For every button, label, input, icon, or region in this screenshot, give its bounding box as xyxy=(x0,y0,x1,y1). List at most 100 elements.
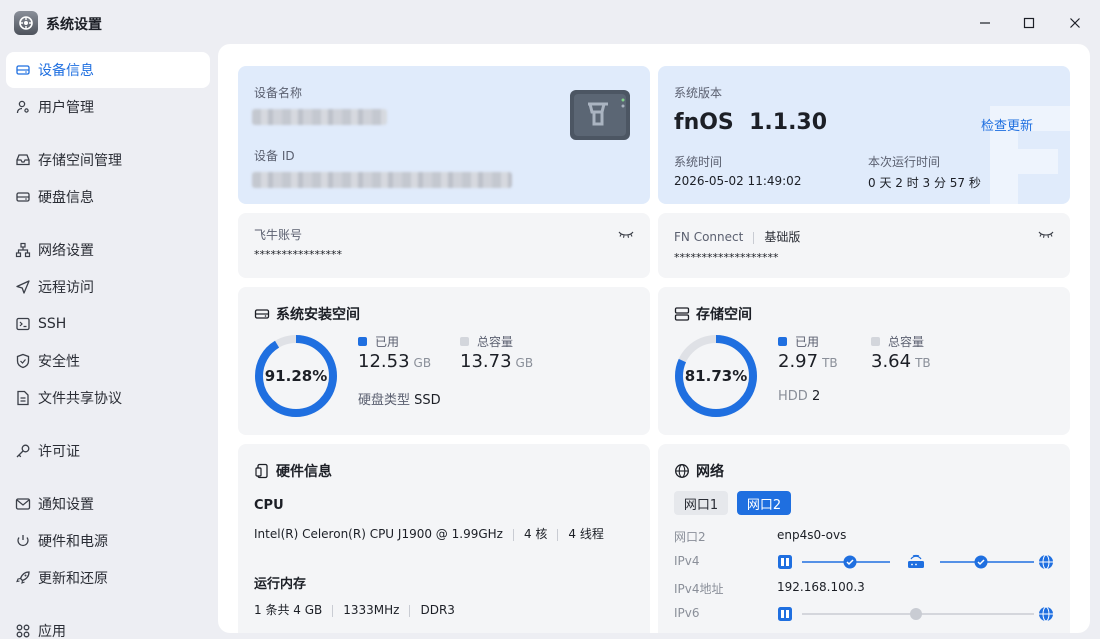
total-swatch xyxy=(460,337,469,346)
total-legend: 总容量 xyxy=(460,333,513,350)
nas-icon xyxy=(778,607,792,621)
sidebar-item-update-restore[interactable]: 更新和还原 xyxy=(6,560,210,596)
storage-space-percent: 81.73% xyxy=(685,367,747,385)
eye-closed-icon[interactable] xyxy=(618,230,634,240)
app-title: 系统设置 xyxy=(46,17,102,33)
fn-connect-label: FN Connect xyxy=(674,230,744,244)
device-card: 设备名称 设备 ID xyxy=(238,66,650,204)
disk-type-row: 硬盘类型 SSD xyxy=(358,389,441,408)
used-value-row: 2.97 TB xyxy=(778,351,838,372)
check-circle-icon xyxy=(843,555,857,569)
total-value-row: 3.64 TB xyxy=(871,351,931,372)
sidebar-item-label: 应用 xyxy=(38,624,66,639)
uptime-label: 本次运行时间 xyxy=(868,155,941,169)
memory-speed: 1333MHz xyxy=(343,603,400,617)
tab-port-1[interactable]: 网口1 xyxy=(674,491,728,515)
used-value-row: 12.53 GB xyxy=(358,351,431,372)
hardware-title: 硬件信息 xyxy=(254,461,332,481)
close-button[interactable] xyxy=(1060,10,1090,36)
sidebar-item-device-info[interactable]: 设备信息 xyxy=(6,52,210,88)
total-label: 总容量 xyxy=(477,335,514,349)
total-swatch xyxy=(871,337,880,346)
disk-type-label: 硬盘类型 xyxy=(358,393,411,408)
sidebar: 设备信息 用户管理 存储空间管理 硬盘信息 网络设置 远程访问 SSH 安全性 … xyxy=(0,44,218,639)
sidebar-item-security[interactable]: 安全性 xyxy=(6,343,210,379)
divider xyxy=(332,604,334,617)
ipv6-connection-diagram xyxy=(778,606,1053,622)
divider xyxy=(512,528,514,541)
storage-icon xyxy=(674,307,690,321)
maximize-button[interactable] xyxy=(1014,10,1044,36)
check-circle-icon xyxy=(974,555,988,569)
storage-space-card: 存储空间 81.73% 已用 2.97 TB 总容量 3.64 TB HDD 2 xyxy=(658,287,1070,435)
sidebar-item-notifications[interactable]: 通知设置 xyxy=(6,486,210,522)
cpu-cores: 4 核 xyxy=(523,527,548,541)
sidebar-item-network[interactable]: 网络设置 xyxy=(6,232,210,268)
sidebar-item-storage[interactable]: 存储空间管理 xyxy=(6,142,210,178)
port-value: enp4s0-ovs xyxy=(777,528,847,542)
memory-info-row: 1 条共 4 GB 1333MHz DDR3 xyxy=(254,601,455,618)
storage-icon xyxy=(14,151,32,169)
used-unit: TB xyxy=(822,356,838,370)
minimize-icon xyxy=(980,22,990,24)
sidebar-item-ssh[interactable]: SSH xyxy=(6,306,210,342)
globe-icon xyxy=(675,464,689,478)
memory-type: DDR3 xyxy=(420,603,455,617)
system-time-value: 2026-05-02 11:49:02 xyxy=(674,174,802,188)
disk-icon xyxy=(14,188,32,206)
used-swatch xyxy=(358,337,367,346)
tab-port-2[interactable]: 网口2 xyxy=(737,491,791,515)
divider xyxy=(753,231,755,244)
main-panel: 设备名称 设备 ID 系统版本 fnOS 1.1.30 检查更新 系统时间 20… xyxy=(218,44,1090,633)
used-unit: GB xyxy=(413,356,432,370)
used-swatch xyxy=(778,337,787,346)
sidebar-item-label: SSH xyxy=(38,316,67,332)
eye-closed-icon[interactable] xyxy=(1038,230,1054,240)
sidebar-item-apps[interactable]: 应用 xyxy=(6,613,210,639)
sidebar-item-remote-access[interactable]: 远程访问 xyxy=(6,269,210,305)
cpu-label: CPU xyxy=(254,498,284,513)
used-value: 12.53 xyxy=(358,351,410,372)
total-value: 13.73 xyxy=(460,351,512,372)
nas-device-icon xyxy=(568,88,632,142)
system-space-percent: 91.28% xyxy=(265,367,327,385)
sidebar-item-label: 更新和还原 xyxy=(38,571,108,587)
check-update-link[interactable]: 检查更新 xyxy=(981,115,1033,134)
system-space-title: 系统安装空间 xyxy=(254,304,360,324)
fn-connect-header: FN Connect 基础版 xyxy=(674,228,800,245)
account-card: 飞牛账号 **************** xyxy=(238,213,650,278)
send-icon xyxy=(14,278,32,296)
sidebar-item-disks[interactable]: 硬盘信息 xyxy=(6,179,210,215)
total-unit: GB xyxy=(515,356,534,370)
storage-space-ring: 81.73% xyxy=(675,335,757,417)
fn-connect-tier: 基础版 xyxy=(764,230,801,244)
storage-space-title: 存储空间 xyxy=(674,304,752,324)
system-space-ring: 91.28% xyxy=(255,335,337,417)
sidebar-item-file-sharing[interactable]: 文件共享协议 xyxy=(6,380,210,416)
sidebar-item-label: 设备信息 xyxy=(38,63,94,79)
disk-count-row: HDD 2 xyxy=(778,389,820,404)
sidebar-item-users[interactable]: 用户管理 xyxy=(6,89,210,125)
sidebar-item-hardware-power[interactable]: 硬件和电源 xyxy=(6,523,210,559)
total-unit: TB xyxy=(915,356,931,370)
memory-label: 运行内存 xyxy=(254,577,307,592)
minimize-button[interactable] xyxy=(970,10,1000,36)
total-value: 3.64 xyxy=(871,351,912,372)
sidebar-item-label: 存储空间管理 xyxy=(38,153,122,169)
sidebar-item-license[interactable]: 许可证 xyxy=(6,433,210,469)
divider xyxy=(409,604,411,617)
ipv4-connection-diagram xyxy=(778,554,1053,570)
disk-type-value: SSD xyxy=(414,393,441,408)
device-id-redacted xyxy=(252,172,512,188)
disk-count-value: 2 xyxy=(811,389,821,404)
fn-connect-card: FN Connect 基础版 ******************* xyxy=(658,213,1070,278)
cpu-model: Intel(R) Celeron(R) CPU J1900 @ 1.99GHz xyxy=(254,527,503,541)
sidebar-item-label: 硬盘信息 xyxy=(38,190,94,206)
hardware-icon xyxy=(255,463,268,479)
hardware-title-text: 硬件信息 xyxy=(276,464,332,480)
total-label: 总容量 xyxy=(888,335,925,349)
sidebar-item-label: 通知设置 xyxy=(38,497,94,513)
terminal-icon xyxy=(14,315,32,333)
total-legend: 总容量 xyxy=(871,333,924,350)
fn-connect-value: ******************* xyxy=(674,251,779,264)
